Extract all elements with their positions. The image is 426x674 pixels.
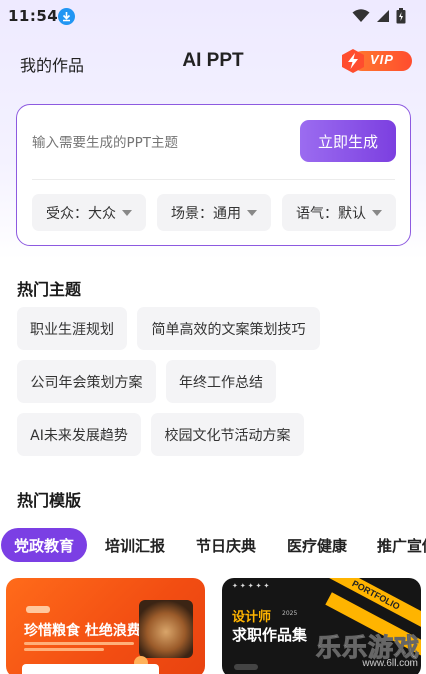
template-card[interactable]: 珍惜粮食 杜绝浪费: [6, 578, 205, 674]
topic-chip[interactable]: 公司年会策划方案: [17, 360, 156, 403]
vip-label: VIP: [370, 52, 394, 67]
scene-dropdown-label: 场景：通用: [171, 205, 241, 222]
topic-chip[interactable]: 简单高效的文案策划技巧: [137, 307, 320, 350]
wifi-icon: [352, 9, 370, 22]
watermark-url: www.6ll.com: [362, 658, 418, 669]
tone-dropdown[interactable]: 语气：默认: [282, 194, 396, 231]
topic-chip[interactable]: AI未来发展趋势: [17, 413, 141, 456]
audience-dropdown-label: 受众：大众: [46, 205, 116, 222]
hot-topics-title: 热门主题: [17, 280, 82, 299]
status-icons: [352, 8, 406, 24]
generator-card: 立即生成 受众：大众 场景：通用 语气：默认: [16, 104, 411, 246]
site-watermark: 乐乐游戏 www.6ll.com: [306, 628, 424, 672]
topic-chip[interactable]: 年终工作总结: [166, 360, 276, 403]
status-bar: 11:54: [0, 0, 426, 34]
generate-button[interactable]: 立即生成: [300, 120, 396, 162]
divider: [32, 179, 395, 180]
status-time: 11:54: [8, 7, 59, 25]
topic-chip[interactable]: 职业生涯规划: [17, 307, 127, 350]
vip-button[interactable]: VIP: [340, 48, 412, 74]
tab-healthcare[interactable]: 医疗健康: [277, 528, 357, 562]
template-title-line2: 求职作品集: [232, 626, 308, 644]
template-title: 珍惜粮食 杜绝浪费: [24, 623, 141, 639]
audience-dropdown[interactable]: 受众：大众: [32, 194, 146, 231]
template-year: 2025: [282, 610, 298, 617]
topic-input[interactable]: [32, 135, 282, 151]
template-subtitle-bar: [24, 642, 134, 645]
hot-templates-title: 热门模版: [17, 491, 82, 510]
battery-icon: [396, 8, 406, 24]
template-tag: [234, 664, 258, 670]
tab-promotion[interactable]: 推广宣传: [368, 528, 426, 562]
tab-training-report[interactable]: 培训汇报: [95, 528, 175, 562]
template-footer: [22, 664, 159, 674]
download-icon: [58, 8, 75, 25]
signal-icon: [377, 10, 389, 22]
header: 我的作品 AI PPT VIP: [0, 44, 426, 80]
scene-dropdown[interactable]: 场景：通用: [157, 194, 271, 231]
food-bowl-image: [139, 600, 193, 658]
template-subtitle-bar: [24, 648, 104, 651]
tone-dropdown-label: 语气：默认: [296, 205, 366, 222]
caret-down-icon: [247, 209, 257, 216]
tab-party-education[interactable]: 党政教育: [1, 528, 87, 562]
template-title-line1: 设计师: [232, 610, 272, 625]
topic-chip[interactable]: 校园文化节活动方案: [151, 413, 304, 456]
template-tag: [26, 606, 50, 613]
tab-festival[interactable]: 节日庆典: [186, 528, 266, 562]
caret-down-icon: [372, 209, 382, 216]
star-decoration-icon: ✦✦✦✦✦: [232, 582, 272, 590]
caret-down-icon: [122, 209, 132, 216]
lightning-icon: [342, 49, 364, 73]
category-tabs: 党政教育 培训汇报 节日庆典 医疗健康 推广宣传: [0, 526, 426, 562]
